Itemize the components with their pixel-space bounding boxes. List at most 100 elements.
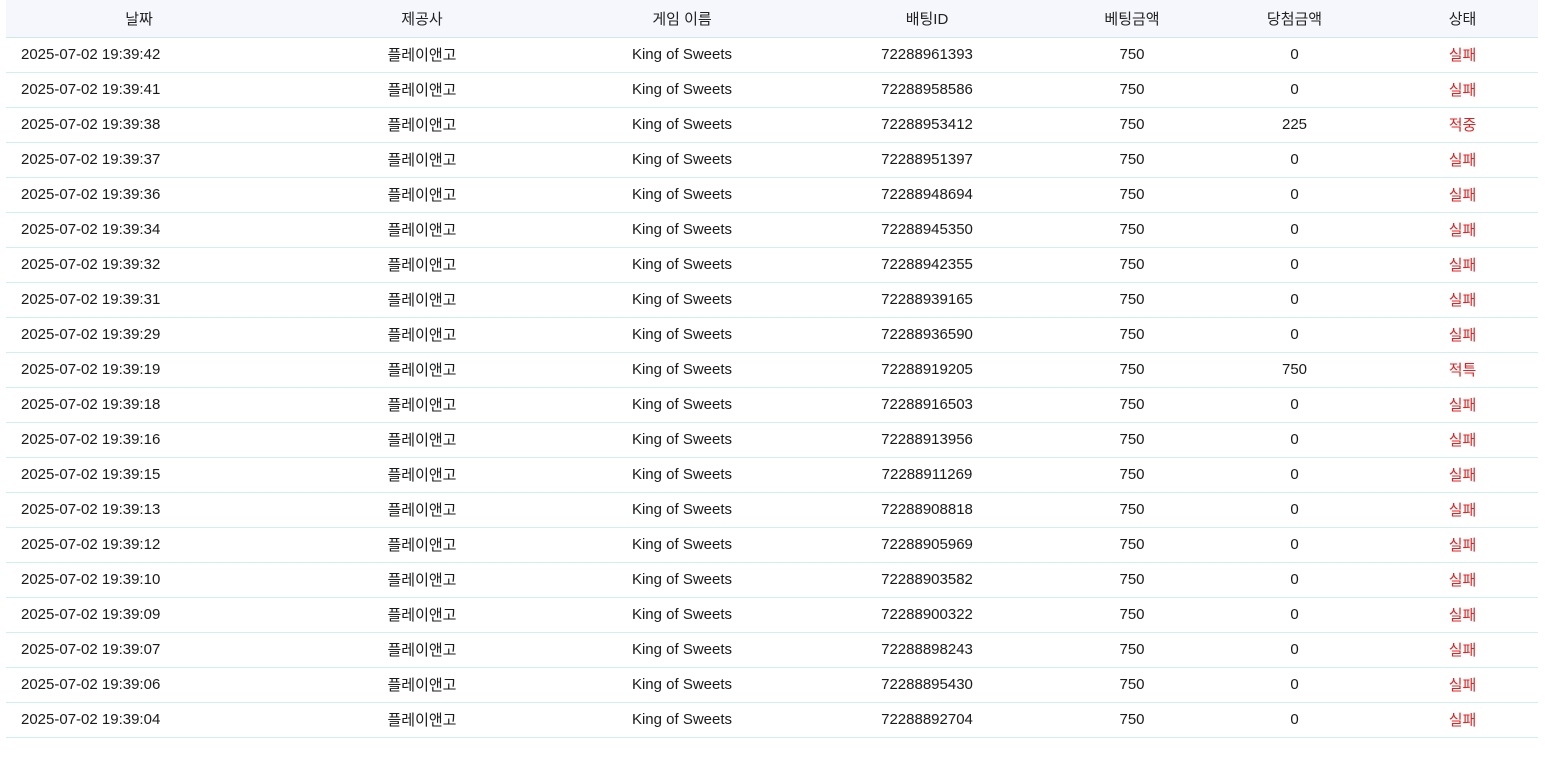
cell-provider: 플레이앤고: [387, 257, 457, 274]
cell-bet-amount: 750: [1119, 81, 1145, 98]
cell-provider: 플레이앤고: [387, 502, 457, 519]
cell-status: 실패: [1448, 82, 1477, 99]
cell-provider: 플레이앤고: [387, 607, 457, 624]
cell-status: 실패: [1448, 187, 1477, 204]
header-game-name: 게임 이름: [572, 0, 792, 38]
cell-status: 실패: [1448, 502, 1477, 519]
cell-win-amount: 0: [1290, 676, 1299, 693]
header-win-amount: 당첨금액: [1202, 0, 1387, 38]
cell-bet-id: 72288939165: [881, 291, 973, 308]
cell-bet-id: 72288958586: [881, 81, 973, 98]
cell-game-name: King of Sweets: [631, 326, 733, 343]
cell-win-amount: 0: [1290, 186, 1299, 203]
cell-game-name: King of Sweets: [631, 81, 733, 98]
cell-provider: 플레이앤고: [387, 642, 457, 659]
cell-game-name: King of Sweets: [631, 396, 733, 413]
cell-win-amount: 0: [1290, 606, 1299, 623]
cell-bet-amount: 750: [1119, 396, 1145, 413]
cell-provider: 플레이앤고: [387, 47, 457, 64]
cell-date: 2025-07-02 19:39:37: [21, 151, 161, 168]
cell-bet-amount: 750: [1119, 606, 1145, 623]
cell-game-name: King of Sweets: [631, 431, 733, 448]
cell-bet-id: 72288911269: [881, 466, 973, 483]
cell-win-amount: 0: [1290, 326, 1299, 343]
cell-bet-amount: 750: [1119, 186, 1145, 203]
table-row: 2025-07-02 19:39:32 플레이앤고 King of Sweets 72…: [6, 247, 1538, 282]
cell-provider: 플레이앤고: [387, 712, 457, 729]
cell-status: 실패: [1448, 222, 1477, 239]
cell-date: 2025-07-02 19:39:36: [21, 186, 161, 203]
cell-bet-id: 72288913956: [881, 431, 973, 448]
cell-date: 2025-07-02 19:39:09: [21, 606, 161, 623]
cell-bet-id: 72288900322: [881, 606, 973, 623]
cell-status: 실패: [1448, 257, 1477, 274]
cell-date: 2025-07-02 19:39:16: [21, 431, 161, 448]
cell-status: 적특: [1448, 362, 1477, 379]
cell-provider: 플레이앤고: [387, 222, 457, 239]
cell-provider: 플레이앤고: [387, 152, 457, 169]
cell-bet-id: 72288892704: [881, 711, 973, 728]
cell-provider: 플레이앤고: [387, 327, 457, 344]
cell-game-name: King of Sweets: [631, 116, 733, 133]
cell-status: 실패: [1448, 607, 1477, 624]
cell-status: 적중: [1448, 117, 1477, 134]
cell-bet-amount: 750: [1119, 501, 1145, 518]
table-body: 2025-07-02 19:39:42 플레이앤고 King of Sweets 72…: [6, 37, 1538, 737]
cell-bet-id: 72288919205: [881, 361, 973, 378]
cell-win-amount: 0: [1290, 431, 1299, 448]
cell-bet-amount: 750: [1119, 291, 1145, 308]
cell-provider: 플레이앤고: [387, 677, 457, 694]
cell-bet-amount: 750: [1119, 221, 1145, 238]
cell-status: 실패: [1448, 152, 1477, 169]
table-row: 2025-07-02 19:39:29 플레이앤고 King of Sweets 72…: [6, 317, 1538, 352]
cell-status: 실패: [1448, 47, 1477, 64]
cell-date: 2025-07-02 19:39:18: [21, 396, 161, 413]
cell-bet-id: 72288961393: [881, 46, 973, 63]
cell-bet-id: 72288905969: [881, 536, 973, 553]
cell-bet-amount: 750: [1119, 326, 1145, 343]
cell-win-amount: 0: [1290, 711, 1299, 728]
table-row: 2025-07-02 19:39:31 플레이앤고 King of Sweets 72…: [6, 282, 1538, 317]
table-row: 2025-07-02 19:39:06 플레이앤고 King of Sweets 72…: [6, 667, 1538, 702]
cell-game-name: King of Sweets: [631, 641, 733, 658]
table-row: 2025-07-02 19:39:13 플레이앤고 King of Sweets 72…: [6, 492, 1538, 527]
cell-status: 실패: [1448, 432, 1477, 449]
table-row: 2025-07-02 19:39:15 플레이앤고 King of Sweets 72…: [6, 457, 1538, 492]
cell-win-amount: 0: [1290, 396, 1299, 413]
cell-win-amount: 225: [1281, 116, 1308, 133]
cell-bet-id: 72288895430: [881, 676, 973, 693]
cell-bet-id: 72288936590: [881, 326, 973, 343]
cell-bet-id: 72288942355: [881, 256, 973, 273]
cell-provider: 플레이앤고: [387, 292, 457, 309]
cell-win-amount: 750: [1281, 361, 1308, 378]
cell-game-name: King of Sweets: [631, 711, 733, 728]
cell-date: 2025-07-02 19:39:12: [21, 536, 161, 553]
cell-date: 2025-07-02 19:39:34: [21, 221, 161, 238]
cell-win-amount: 0: [1290, 536, 1299, 553]
cell-win-amount: 0: [1290, 466, 1299, 483]
cell-win-amount: 0: [1290, 81, 1299, 98]
table-row: 2025-07-02 19:39:12 플레이앤고 King of Sweets 72…: [6, 527, 1538, 562]
table-row: 2025-07-02 19:39:41 플레이앤고 King of Sweets 72…: [6, 72, 1538, 107]
cell-status: 실패: [1448, 537, 1477, 554]
cell-provider: 플레이앤고: [387, 397, 457, 414]
cell-win-amount: 0: [1290, 291, 1299, 308]
cell-date: 2025-07-02 19:39:42: [21, 46, 161, 63]
cell-date: 2025-07-02 19:39:15: [21, 466, 161, 483]
cell-date: 2025-07-02 19:39:38: [21, 116, 161, 133]
cell-win-amount: 0: [1290, 221, 1299, 238]
table-row: 2025-07-02 19:39:18 플레이앤고 King of Sweets 72…: [6, 387, 1538, 422]
cell-provider: 플레이앤고: [387, 362, 457, 379]
cell-bet-id: 72288903582: [881, 571, 973, 588]
cell-bet-amount: 750: [1119, 641, 1145, 658]
cell-win-amount: 0: [1290, 571, 1299, 588]
cell-date: 2025-07-02 19:39:41: [21, 81, 161, 98]
table-row: 2025-07-02 19:39:04 플레이앤고 King of Sweets 72…: [6, 702, 1538, 737]
cell-bet-amount: 750: [1119, 431, 1145, 448]
cell-date: 2025-07-02 19:39:32: [21, 256, 161, 273]
cell-bet-amount: 750: [1119, 361, 1145, 378]
cell-status: 실패: [1448, 572, 1477, 589]
cell-bet-id: 72288908818: [881, 501, 973, 518]
cell-date: 2025-07-02 19:39:19: [21, 361, 161, 378]
table-row: 2025-07-02 19:39:09 플레이앤고 King of Sweets 72…: [6, 597, 1538, 632]
